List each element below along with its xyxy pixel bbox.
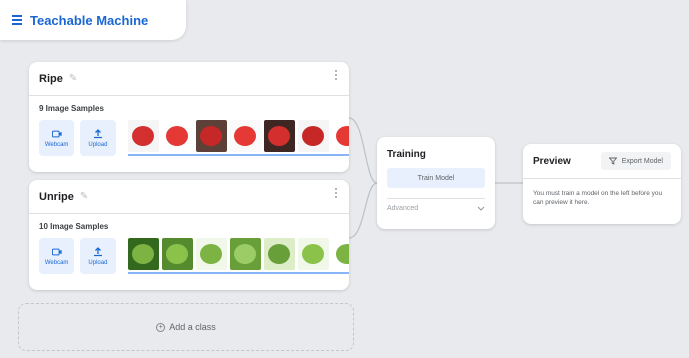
chevron-down-icon	[477, 206, 485, 211]
train-model-button[interactable]: Train Model	[387, 168, 485, 188]
add-class-button[interactable]: + Add a class	[18, 303, 354, 351]
sample-thumbnail[interactable]	[195, 238, 227, 270]
tomato-image	[131, 126, 154, 146]
sample-thumbnail[interactable]	[161, 120, 193, 152]
sample-thumbnail[interactable]	[331, 120, 350, 152]
sample-thumbnail[interactable]	[297, 120, 329, 152]
app-header: Teachable Machine	[0, 0, 186, 40]
tomato-image	[165, 244, 188, 264]
samples-count: 10 Image Samples	[39, 222, 109, 231]
sample-thumbnail[interactable]	[297, 238, 329, 270]
tomato-image	[335, 126, 350, 146]
pencil-icon[interactable]: ✎	[80, 191, 88, 202]
webcam-label: Webcam	[44, 259, 69, 266]
pencil-icon[interactable]: ✎	[69, 73, 77, 84]
sample-thumbnail[interactable]	[195, 120, 227, 152]
class-name[interactable]: Unripe	[39, 191, 74, 203]
samples-count: 9 Image Samples	[39, 104, 104, 113]
sample-thumbnail[interactable]	[127, 238, 159, 270]
sample-thumbnail[interactable]	[263, 120, 295, 152]
preview-panel: Preview Export Model You must train a mo…	[523, 144, 681, 224]
sample-thumbnail[interactable]	[331, 238, 350, 270]
tomato-image	[233, 126, 256, 146]
kebab-menu-icon[interactable]	[335, 70, 337, 80]
tomato-image	[165, 126, 188, 146]
sample-thumbnail[interactable]	[229, 120, 261, 152]
sample-thumbnail[interactable]	[127, 120, 159, 152]
sample-thumbnail[interactable]	[161, 238, 193, 270]
upload-label: Upload	[88, 141, 108, 148]
class-card-ripe: Ripe ✎ 9 Image Samples Webcam Upload	[29, 62, 350, 172]
sample-thumbnails	[127, 120, 350, 156]
filter-icon	[608, 157, 617, 165]
tomato-image	[335, 244, 350, 264]
plus-icon: +	[156, 322, 166, 332]
tomato-image	[131, 244, 154, 264]
sample-thumbnails	[127, 238, 350, 274]
webcam-icon	[51, 248, 62, 255]
export-model-button[interactable]: Export Model	[600, 152, 671, 170]
upload-button[interactable]: Upload	[80, 238, 116, 274]
webcam-button[interactable]: Webcam	[39, 120, 75, 156]
advanced-label: Advanced	[387, 205, 419, 212]
tomato-image	[301, 126, 324, 146]
app-title: Teachable Machine	[30, 12, 149, 28]
upload-icon	[93, 246, 102, 256]
add-class-label: Add a class	[169, 322, 216, 332]
training-title: Training	[387, 149, 426, 160]
upload-icon	[93, 128, 102, 138]
webcam-label: Webcam	[44, 141, 69, 148]
class-name[interactable]: Ripe	[39, 73, 63, 85]
tomato-image	[233, 244, 256, 264]
preview-message: You must train a model on the left befor…	[523, 178, 681, 207]
export-label: Export Model	[621, 157, 663, 165]
kebab-menu-icon[interactable]	[335, 188, 337, 198]
tomato-image	[199, 244, 222, 264]
preview-title: Preview	[533, 155, 571, 167]
sample-thumbnail[interactable]	[263, 238, 295, 270]
training-panel: Training Train Model Advanced	[377, 137, 495, 229]
class-card-unripe: Unripe ✎ 10 Image Samples Webcam Upload	[29, 180, 350, 290]
webcam-icon	[51, 130, 62, 137]
upload-button[interactable]: Upload	[80, 120, 116, 156]
tomato-image	[267, 244, 290, 264]
hamburger-menu-icon[interactable]	[12, 15, 22, 25]
tomato-image	[199, 126, 222, 146]
upload-label: Upload	[88, 259, 108, 266]
tomato-image	[301, 244, 324, 264]
advanced-toggle[interactable]: Advanced	[387, 198, 485, 212]
webcam-button[interactable]: Webcam	[39, 238, 75, 274]
tomato-image	[267, 126, 290, 146]
sample-thumbnail[interactable]	[229, 238, 261, 270]
